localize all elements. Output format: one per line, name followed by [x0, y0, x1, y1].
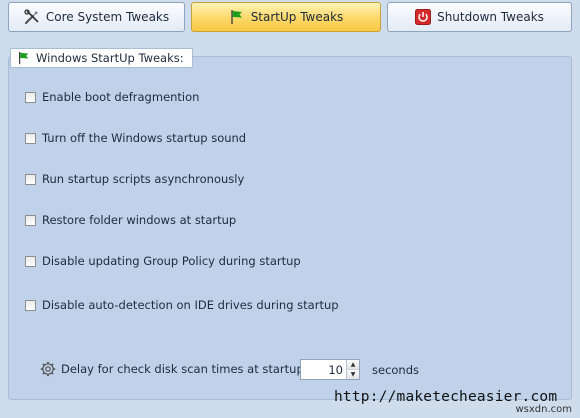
option-label: Turn off the Windows startup sound [42, 131, 247, 145]
option-label: Disable auto-detection on IDE drives dur… [42, 298, 339, 312]
tab-label: Core System Tweaks [45, 10, 170, 24]
option-label: Restore folder windows at startup [42, 213, 237, 227]
spin-down-button[interactable]: ▼ [347, 369, 359, 379]
power-icon [415, 9, 432, 25]
delay-seconds-input[interactable] [301, 360, 346, 379]
gear-icon [40, 361, 56, 377]
group-title-label: Windows StartUp Tweaks: [36, 51, 184, 65]
delay-setting: Delay for check disk scan times at start… [40, 358, 308, 380]
tab-shutdown-tweaks[interactable]: Shutdown Tweaks [387, 2, 572, 32]
delay-seconds-spinner[interactable]: ▲ ▼ [300, 359, 360, 380]
tab-core-system-tweaks[interactable]: Core System Tweaks [8, 2, 185, 32]
option-disable-ide-auto-detection[interactable]: Disable auto-detection on IDE drives dur… [25, 298, 339, 312]
tab-startup-tweaks[interactable]: StartUp Tweaks [191, 2, 381, 32]
checkbox[interactable] [25, 173, 36, 185]
delay-label: Delay for check disk scan times at start… [61, 362, 308, 376]
option-label: Enable boot defragmention [42, 90, 200, 104]
watermark-text: http://maketecheasier.com [334, 389, 558, 405]
green-flag-icon [229, 9, 245, 25]
tools-icon [24, 9, 40, 25]
option-turn-off-startup-sound[interactable]: Turn off the Windows startup sound [25, 131, 246, 145]
checkbox[interactable] [25, 255, 36, 267]
option-restore-folder-windows[interactable]: Restore folder windows at startup [25, 213, 236, 227]
startup-tweaks-panel [8, 56, 572, 400]
green-flag-icon [17, 51, 31, 65]
checkbox[interactable] [25, 132, 36, 144]
delay-unit-label: seconds [372, 363, 420, 377]
option-label: Disable updating Group Policy during sta… [42, 254, 301, 268]
tab-label: StartUp Tweaks [250, 10, 344, 24]
checkbox[interactable] [25, 91, 36, 103]
spin-up-button[interactable]: ▲ [347, 360, 359, 369]
corner-watermark: wsxdn.com [515, 404, 572, 415]
group-title: Windows StartUp Tweaks: [10, 48, 193, 68]
checkbox[interactable] [25, 214, 36, 226]
option-disable-group-policy-update[interactable]: Disable updating Group Policy during sta… [25, 254, 301, 268]
tab-label: Shutdown Tweaks [437, 10, 544, 24]
option-label: Run startup scripts asynchronously [42, 172, 245, 186]
checkbox[interactable] [25, 299, 36, 311]
option-run-scripts-async[interactable]: Run startup scripts asynchronously [25, 172, 244, 186]
option-enable-boot-defragmention[interactable]: Enable boot defragmention [25, 90, 199, 104]
